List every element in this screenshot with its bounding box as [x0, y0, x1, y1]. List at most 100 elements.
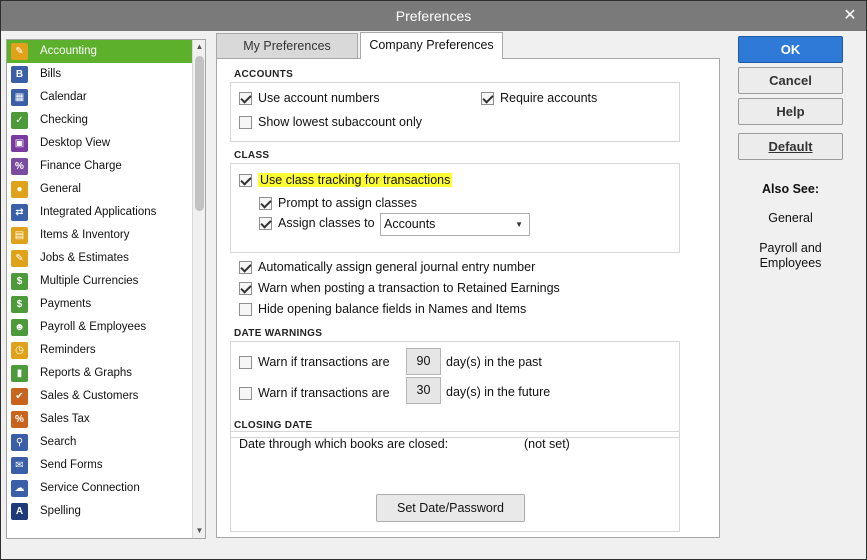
sidebar-item-spelling[interactable]: A Spelling: [7, 500, 193, 523]
prompt-assign-classes-label: Prompt to assign classes: [278, 196, 417, 210]
past-days-suffix: day(s) in the past: [446, 355, 542, 369]
sidebar-item-label: Service Connection: [40, 482, 140, 494]
sidebar-item-send-forms[interactable]: ✉ Send Forms: [7, 454, 193, 477]
sales-tax-icon: %: [11, 411, 28, 428]
sidebar-item-reports-graphs[interactable]: ▮ Reports & Graphs: [7, 362, 193, 385]
bills-icon: B: [11, 66, 28, 83]
hide-opening-balance-label: Hide opening balance fields in Names and…: [258, 302, 527, 316]
preferences-window: Preferences ✕ ✎ Accounting B Bills ▦ Calendar…: [0, 0, 867, 560]
future-days-input[interactable]: 30: [406, 377, 441, 404]
date-warnings-section-title: DATE WARNINGS: [234, 328, 323, 339]
sidebar-item-finance-charge[interactable]: % Finance Charge: [7, 155, 193, 178]
dialog-body: ✎ Accounting B Bills ▦ Calendar ✓ Checking ▣ Desk…: [1, 31, 866, 559]
sidebar-item-label: Reminders: [40, 344, 96, 356]
finance-charge-icon: %: [11, 158, 28, 175]
sidebar-item-payments[interactable]: $ Payments: [7, 293, 193, 316]
warn-past-label: Warn if transactions are: [258, 355, 390, 369]
sidebar-item-label: Spelling: [40, 505, 81, 517]
tab-company-preferences[interactable]: Company Preferences: [360, 32, 503, 59]
multiple-currencies-icon: $: [11, 273, 28, 290]
checking-icon: ✓: [11, 112, 28, 129]
sales-customers-icon: ✔: [11, 388, 28, 405]
warn-retained-earnings-label: Warn when posting a transaction to Retai…: [258, 281, 560, 295]
sidebar-item-bills[interactable]: B Bills: [7, 63, 193, 86]
sidebar-item-label: Send Forms: [40, 459, 103, 471]
future-days-suffix: day(s) in the future: [446, 385, 551, 399]
sidebar-item-sales-tax[interactable]: % Sales Tax: [7, 408, 193, 431]
sidebar-item-checking[interactable]: ✓ Checking: [7, 109, 193, 132]
class-section-title: CLASS: [234, 150, 270, 161]
sidebar-item-search[interactable]: ⚲ Search: [7, 431, 193, 454]
sidebar-item-multiple-currencies[interactable]: $ Multiple Currencies: [7, 270, 193, 293]
reminders-icon: ◷: [11, 342, 28, 359]
chevron-down-icon[interactable]: ▼: [515, 214, 523, 235]
warn-retained-earnings-checkbox[interactable]: Warn when posting a transaction to Retai…: [239, 279, 560, 297]
auto-assign-journal-checkbox[interactable]: Automatically assign general journal ent…: [239, 258, 535, 276]
search-icon: ⚲: [11, 434, 28, 451]
checkbox-box[interactable]: [239, 91, 252, 105]
past-days-input[interactable]: 90: [406, 348, 441, 375]
sidebar-item-label: Payroll & Employees: [40, 321, 147, 333]
warn-future-checkbox[interactable]: Warn if transactions are: [239, 384, 390, 402]
hide-opening-balance-checkbox[interactable]: Hide opening balance fields in Names and…: [239, 300, 526, 318]
checkbox-box[interactable]: [239, 386, 252, 400]
sidebar-item-desktop-view[interactable]: ▣ Desktop View: [7, 132, 193, 155]
service-connection-icon: ☁: [11, 480, 28, 497]
sidebar-item-label: Desktop View: [40, 137, 111, 149]
items-inventory-icon: ▤: [11, 227, 28, 244]
close-icon[interactable]: ✕: [840, 1, 860, 31]
help-button[interactable]: Help: [738, 98, 843, 125]
checkbox-box[interactable]: [239, 260, 252, 274]
default-button[interactable]: Default: [738, 133, 843, 160]
sidebar-item-items-inventory[interactable]: ▤ Items & Inventory: [7, 224, 193, 247]
sidebar-list: ✎ Accounting B Bills ▦ Calendar ✓ Checking ▣ Desk…: [7, 40, 193, 523]
sidebar-item-sales-customers[interactable]: ✔ Sales & Customers: [7, 385, 193, 408]
require-accounts-checkbox[interactable]: Require accounts: [481, 89, 597, 107]
scroll-thumb[interactable]: [195, 56, 204, 211]
sidebar-item-label: Multiple Currencies: [40, 275, 139, 287]
checkbox-box[interactable]: [239, 302, 252, 316]
sidebar-item-calendar[interactable]: ▦ Calendar: [7, 86, 193, 109]
also-see-payroll-link[interactable]: Payroll and Employees: [738, 241, 843, 271]
payments-icon: $: [11, 296, 28, 313]
prompt-assign-classes-checkbox[interactable]: Prompt to assign classes: [259, 194, 417, 212]
assign-classes-to-dropdown[interactable]: Accounts ▼: [380, 213, 530, 236]
checkbox-box[interactable]: [239, 173, 252, 187]
desktop-view-icon: ▣: [11, 135, 28, 152]
sidebar-item-label: Reports & Graphs: [40, 367, 133, 379]
set-date-password-button[interactable]: Set Date/Password: [376, 494, 525, 522]
use-class-tracking-checkbox[interactable]: Use class tracking for transactions: [239, 171, 453, 189]
tab-my-preferences[interactable]: My Preferences: [216, 33, 358, 58]
auto-assign-journal-label: Automatically assign general journal ent…: [258, 260, 536, 274]
scroll-up-icon[interactable]: ▲: [193, 40, 206, 54]
checkbox-box[interactable]: [239, 355, 252, 369]
preferences-sidebar: ✎ Accounting B Bills ▦ Calendar ✓ Checking ▣ Desk…: [6, 39, 206, 539]
checkbox-box[interactable]: [481, 91, 494, 105]
checkbox-box[interactable]: [259, 196, 272, 210]
sidebar-item-general[interactable]: ● General: [7, 178, 193, 201]
spelling-icon: A: [11, 503, 28, 520]
sidebar-item-accounting[interactable]: ✎ Accounting: [7, 40, 193, 63]
sidebar-item-payroll-employees[interactable]: ☻ Payroll & Employees: [7, 316, 193, 339]
also-see-general-link[interactable]: General: [738, 211, 843, 225]
checkbox-box[interactable]: [259, 216, 272, 230]
sidebar-item-jobs-estimates[interactable]: ✎ Jobs & Estimates: [7, 247, 193, 270]
checkbox-box[interactable]: [239, 281, 252, 295]
sidebar-item-reminders[interactable]: ◷ Reminders: [7, 339, 193, 362]
checkbox-box[interactable]: [239, 115, 252, 129]
require-accounts-label: Require accounts: [500, 91, 598, 105]
cancel-button[interactable]: Cancel: [738, 67, 843, 94]
ok-button[interactable]: OK: [738, 36, 843, 63]
show-lowest-subaccount-checkbox[interactable]: Show lowest subaccount only: [239, 113, 422, 131]
assign-classes-to-checkbox[interactable]: Assign classes to: [259, 214, 375, 232]
sidebar-item-integrated-applications[interactable]: ⇄ Integrated Applications: [7, 201, 193, 224]
use-account-numbers-checkbox[interactable]: Use account numbers: [239, 89, 380, 107]
sidebar-item-label: Jobs & Estimates: [40, 252, 129, 264]
calendar-icon: ▦: [11, 89, 28, 106]
window-title: Preferences: [395, 8, 472, 24]
warn-past-checkbox[interactable]: Warn if transactions are: [239, 353, 390, 371]
sidebar-item-service-connection[interactable]: ☁ Service Connection: [7, 477, 193, 500]
send-forms-icon: ✉: [11, 457, 28, 474]
sidebar-scrollbar[interactable]: ▲ ▼: [192, 40, 205, 538]
scroll-down-icon[interactable]: ▼: [193, 524, 206, 538]
